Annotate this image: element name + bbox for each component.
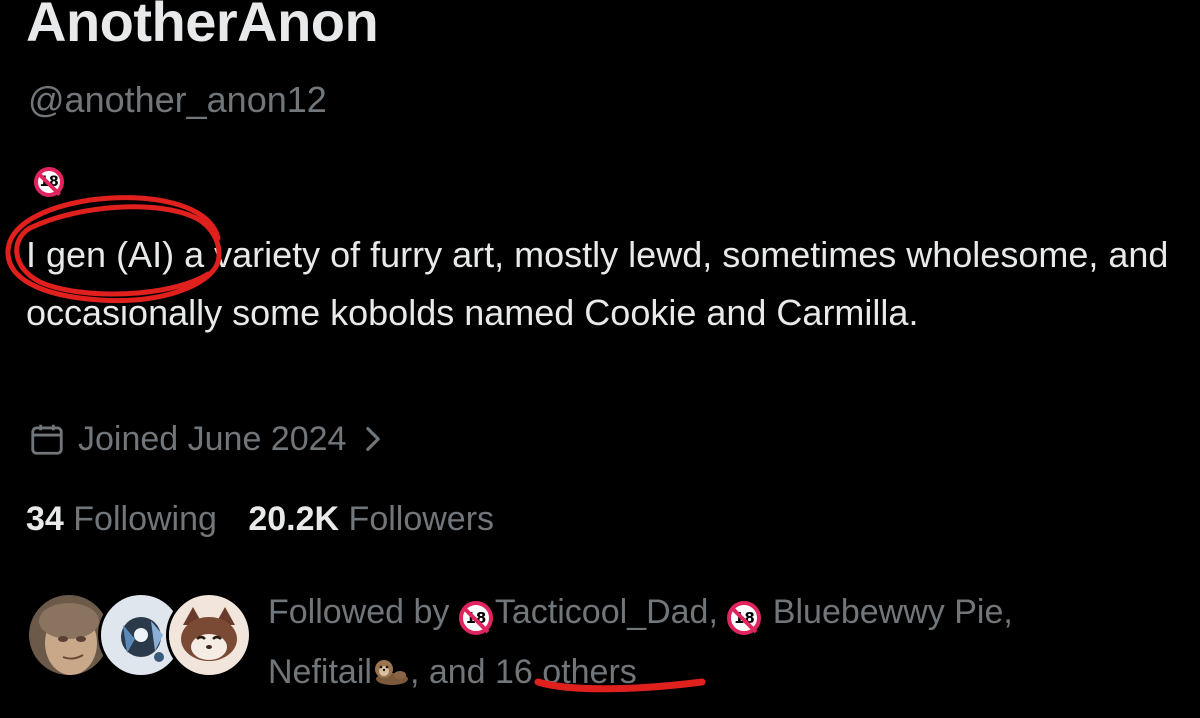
joined-date-link[interactable]: Joined June 2024 [28, 417, 382, 461]
user-handle: @another_anon12 [28, 79, 327, 120]
followers-link[interactable]: 20.2K Followers [248, 497, 494, 541]
no-under-18-icon: 18 [727, 588, 762, 644]
calendar-icon [31, 424, 63, 455]
followers-count: 20.2K [248, 500, 340, 538]
followed-by-text[interactable]: Followed by 18 Tacticool_Dad, 18 Bluebew… [268, 584, 1178, 700]
follower-separator: , and [409, 653, 486, 691]
profile-bio: I gen (AI) a variety of furry art, mostl… [26, 234, 1169, 333]
avatar [166, 592, 252, 678]
following-count: 34 [26, 500, 64, 538]
no-under-18-icon: 18 [458, 588, 493, 644]
follower-name-3[interactable]: Nefitail [268, 653, 372, 691]
mutual-followers-avatars[interactable] [26, 592, 252, 682]
follower-name-1[interactable]: Tacticool_Dad, [495, 593, 718, 631]
otter-emoji-icon [374, 660, 408, 685]
chevron-right-icon [366, 427, 381, 451]
follow-stats: 34 Following 20.2K Followers [26, 497, 516, 541]
following-link[interactable]: 34 Following [26, 497, 217, 541]
following-label: Following [73, 500, 217, 538]
others-link[interactable]: 16 others [495, 653, 637, 691]
followed-by-prefix: Followed by [268, 593, 450, 631]
no-under-18-icon: 18 [34, 167, 64, 197]
joined-date: Joined June 2024 [78, 419, 347, 458]
followers-label: Followers [348, 500, 495, 538]
follower-name-2[interactable]: Bluebewwy Pie, [773, 593, 1013, 631]
display-name: AnotherAnon [26, 0, 379, 53]
